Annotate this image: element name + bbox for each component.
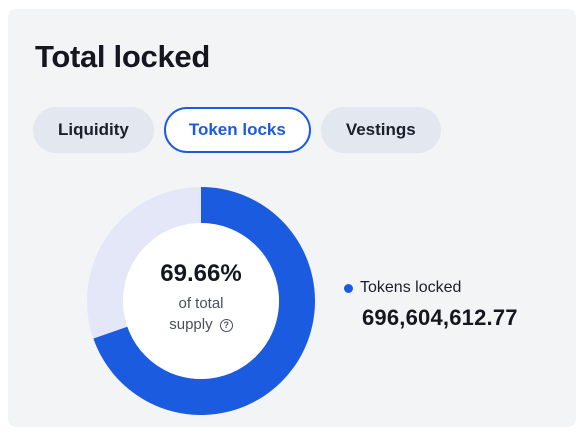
legend-item-tokens-locked: Tokens locked bbox=[344, 279, 518, 297]
tab-token-locks[interactable]: Token locks bbox=[163, 107, 311, 153]
percentage-caption: of total supply ? bbox=[169, 293, 233, 335]
locked-donut-chart: 69.66% of total supply ? bbox=[87, 187, 315, 415]
legend-dot bbox=[344, 283, 353, 293]
donut-center: 69.66% of total supply ? bbox=[87, 187, 315, 415]
question-circle-icon[interactable]: ? bbox=[219, 318, 233, 332]
total-locked-card: Total locked Liquidity Token locks Vesti… bbox=[8, 9, 576, 427]
tab-vestings[interactable]: Vestings bbox=[320, 107, 441, 153]
tab-liquidity[interactable]: Liquidity bbox=[33, 107, 154, 153]
tokens-locked-value: 696,604,612.77 bbox=[362, 305, 518, 330]
caption-line-1: of total bbox=[178, 294, 224, 312]
chart-legend: Tokens locked 696,604,612.77 bbox=[344, 279, 518, 331]
caption-line-2-text: supply bbox=[169, 315, 213, 333]
legend-label: Tokens locked bbox=[360, 279, 462, 296]
caption-line-2: supply ? bbox=[169, 314, 233, 335]
tab-group: Liquidity Token locks Vestings bbox=[33, 107, 441, 153]
locked-percentage: 69.66% bbox=[160, 259, 242, 287]
card-title: Total locked bbox=[35, 39, 210, 74]
